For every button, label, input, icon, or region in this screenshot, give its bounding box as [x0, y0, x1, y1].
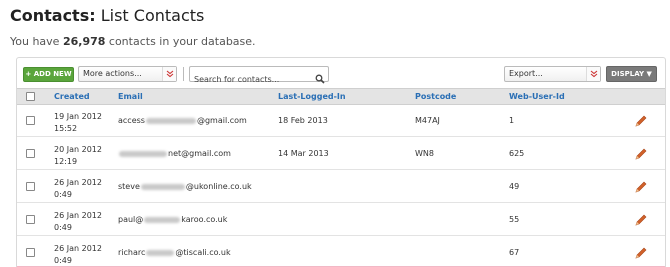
email-suffix: @ukonline.co.uk [185, 182, 252, 191]
column-last-logged-in[interactable]: Last-Logged-In [278, 92, 346, 101]
display-button[interactable]: DISPLAY ▼ [606, 66, 657, 82]
created-time: 0:49 [54, 190, 72, 199]
created-cell: 19 Jan 2012 15:52 [54, 111, 114, 135]
created-time: 0:49 [54, 223, 72, 232]
email-prefix: paul@ [118, 215, 144, 224]
table-row[interactable]: 19 Jan 2012 15:52 access @gmail.com 18 Feb… [17, 105, 665, 137]
created-cell: 26 Jan 2012 0:49 [54, 243, 114, 267]
email-cell: access @gmail.com [118, 116, 247, 125]
created-cell: 26 Jan 2012 0:49 [54, 210, 114, 234]
row-checkbox[interactable] [26, 149, 35, 158]
column-postcode[interactable]: Postcode [415, 92, 456, 101]
page-title-section: Contacts: [10, 6, 96, 25]
postcode-cell: M47AJ [415, 116, 440, 125]
redacted-text [119, 150, 167, 157]
created-time: 0:49 [54, 256, 72, 265]
created-date: 26 Jan 2012 [54, 178, 102, 187]
email-suffix: @tiscali.co.uk [175, 248, 231, 257]
page-title-subtitle: List Contacts [95, 6, 205, 25]
email-cell: paul@ karoo.co.uk [118, 215, 227, 224]
redacted-text [145, 117, 196, 124]
created-cell: 20 Jan 2012 12:19 [54, 144, 114, 168]
web-user-id-cell: 625 [509, 149, 525, 158]
created-time: 12:19 [54, 157, 78, 166]
redacted-text [146, 249, 175, 256]
table-row[interactable]: 26 Jan 2012 0:49 paul@ karoo.co.uk 55 [17, 204, 665, 236]
email-prefix: richarc [118, 248, 146, 257]
row-checkbox[interactable] [26, 116, 35, 125]
search-icon[interactable] [315, 69, 325, 88]
contact-summary: You have 26,978 contacts in your databas… [10, 35, 256, 48]
created-cell: 26 Jan 2012 0:49 [54, 177, 114, 201]
contact-count: 26,978 [62, 35, 106, 48]
summary-suffix: contacts in your database. [105, 35, 256, 48]
page-title: Contacts: List Contacts [10, 6, 204, 25]
chevron-down-icon [586, 67, 600, 81]
contacts-panel: + ADD NEW More actions... Export... DISP… [16, 57, 666, 267]
more-actions-label: More actions... [83, 69, 142, 78]
pencil-edit-icon[interactable] [634, 245, 648, 259]
row-checkbox[interactable] [26, 248, 35, 257]
postcode-cell: WN8 [415, 149, 434, 158]
toolbar-divider [183, 67, 184, 81]
add-new-button[interactable]: + ADD NEW [23, 67, 74, 82]
table-row[interactable]: 26 Jan 2012 0:49 richarc @tiscali.co.uk 67 [17, 237, 665, 267]
toolbar: + ADD NEW More actions... Export... DISP… [17, 58, 665, 87]
export-label: Export... [509, 69, 543, 78]
web-user-id-cell: 55 [509, 215, 520, 224]
email-cell: richarc @tiscali.co.uk [118, 248, 231, 257]
redacted-text [144, 216, 181, 223]
web-user-id-cell: 49 [509, 182, 520, 191]
pencil-edit-icon[interactable] [634, 146, 648, 160]
email-prefix: access [118, 116, 145, 125]
created-date: 26 Jan 2012 [54, 211, 102, 220]
summary-prefix: You have [10, 35, 63, 48]
column-web-user-id[interactable]: Web-User-Id [509, 92, 565, 101]
row-checkbox[interactable] [26, 215, 35, 224]
export-select[interactable]: Export... [504, 66, 601, 82]
email-suffix: karoo.co.uk [181, 215, 228, 224]
chevron-down-icon [162, 67, 176, 81]
more-actions-select[interactable]: More actions... [78, 66, 177, 82]
pencil-edit-icon[interactable] [634, 179, 648, 193]
email-suffix: net@gmail.com [168, 149, 231, 158]
table-header: Created Email Last-Logged-In Postcode We… [17, 88, 665, 105]
last-login-cell: 14 Mar 2013 [278, 149, 329, 158]
table-row[interactable]: 26 Jan 2012 0:49 steve @ukonline.co.uk 49 [17, 171, 665, 203]
web-user-id-cell: 67 [509, 248, 520, 257]
web-user-id-cell: 1 [509, 116, 515, 125]
row-checkbox[interactable] [26, 182, 35, 191]
table-row[interactable]: 20 Jan 2012 12:19 net@gmail.com 14 Mar 20… [17, 138, 665, 170]
email-cell: net@gmail.com [118, 149, 231, 158]
search-input[interactable] [190, 72, 310, 87]
created-date: 20 Jan 2012 [54, 145, 102, 154]
email-cell: steve @ukonline.co.uk [118, 182, 252, 191]
created-date: 19 Jan 2012 [54, 112, 102, 121]
search-box [189, 66, 329, 87]
pencil-edit-icon[interactable] [634, 113, 648, 127]
email-prefix: steve [118, 182, 140, 191]
created-date: 26 Jan 2012 [54, 244, 102, 253]
column-email[interactable]: Email [118, 92, 143, 101]
redacted-text [140, 183, 185, 190]
last-login-cell: 18 Feb 2013 [278, 116, 328, 125]
pencil-edit-icon[interactable] [634, 212, 648, 226]
select-all-checkbox[interactable] [26, 92, 35, 101]
created-time: 15:52 [54, 124, 78, 133]
email-suffix: @gmail.com [196, 116, 247, 125]
column-created[interactable]: Created [54, 92, 90, 101]
